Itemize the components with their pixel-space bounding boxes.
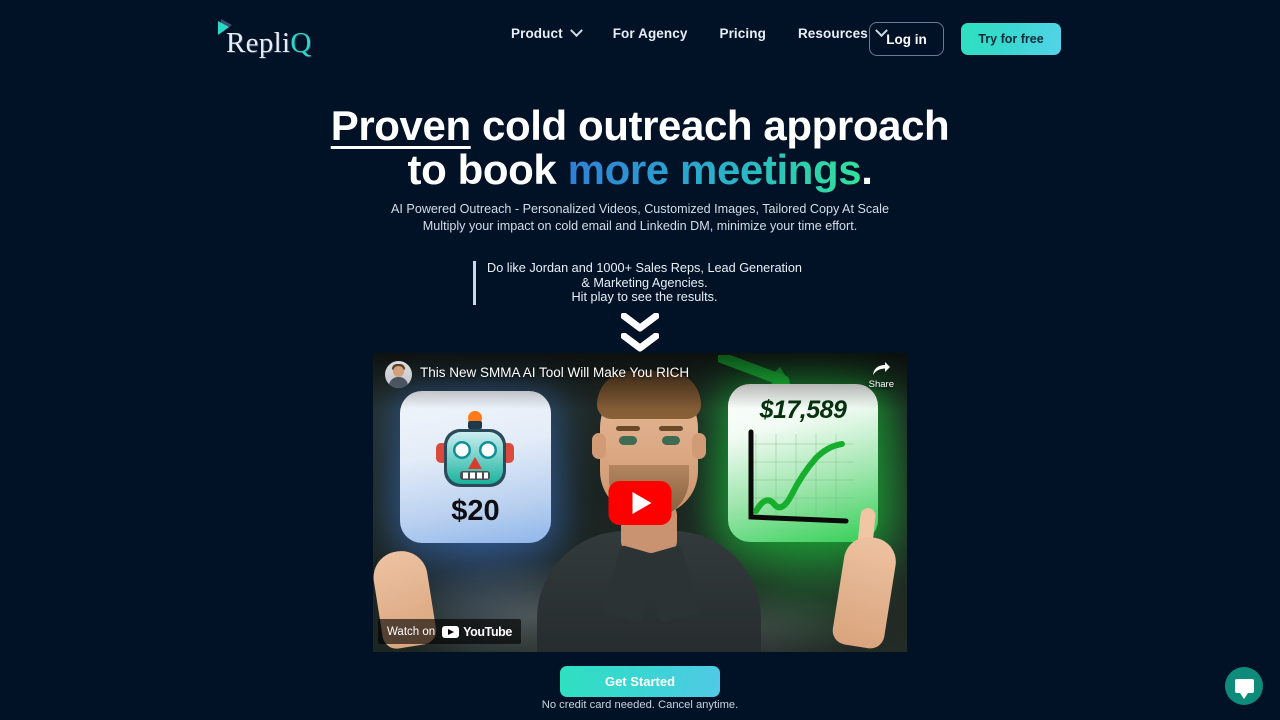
avatar[interactable] [385, 361, 412, 388]
logo-text: RepliQ [226, 29, 312, 58]
chevron-down-icon [569, 24, 583, 38]
avatar-head [393, 366, 404, 377]
share-arrow-icon [873, 362, 891, 375]
main-nav: Product For Agency Pricing Resources [495, 24, 902, 41]
testimonial-callout: Do like Jordan and 1000+ Sales Reps, Lea… [473, 261, 807, 305]
headline-period: . [861, 146, 873, 193]
headline-line-2: to book more meetings. [0, 148, 1280, 192]
logo-text-main: Repli [226, 27, 291, 59]
person-brow-left [616, 426, 640, 431]
chat-widget-button[interactable] [1225, 667, 1263, 705]
youtube-logo: YouTube [442, 625, 512, 639]
chevron-down-icon-2 [621, 333, 659, 352]
youtube-wordmark: YouTube [463, 624, 512, 639]
site-header: RepliQ Product For Agency Pricing Resour… [0, 0, 1280, 78]
testimonial-line-1: Do like Jordan and 1000+ Sales Reps, Lea… [487, 261, 802, 275]
page-title: Proven cold outreach approach to book mo… [0, 104, 1280, 192]
nav-item-label: Product [511, 26, 563, 41]
share-label: Share [868, 379, 894, 390]
chevron-down-icon-1 [621, 313, 659, 332]
nav-item-label: For Agency [612, 26, 688, 41]
logo-text-q: Q [290, 27, 312, 59]
chat-bubble-icon [1234, 679, 1254, 699]
nav-item-label: Resources [797, 26, 868, 41]
avatar-body [389, 377, 408, 388]
person-eye-right [662, 436, 680, 445]
video-player[interactable]: $20 $17,589 This New SMMA AI Tool Will M… [373, 353, 907, 652]
headline-gradient-words: more meetings [567, 146, 862, 193]
play-triangle [632, 491, 652, 514]
nav-item-label: Pricing [719, 26, 766, 41]
hero-subtitle-line-1: AI Powered Outreach - Personalized Video… [391, 202, 889, 216]
video-top-bar [373, 353, 907, 409]
testimonial-line-2: & Marketing Agencies. [581, 275, 708, 290]
hero-subtitle-line-2: Multiply your impact on cold email and L… [422, 218, 858, 233]
thumbnail-left-amount: $20 [451, 495, 500, 527]
youtube-logo-triangle [448, 628, 455, 635]
double-chevron-down-icon [614, 313, 666, 355]
nav-item-product[interactable]: Product [495, 24, 597, 41]
testimonial-text: Do like Jordan and 1000+ Sales Reps, Lea… [479, 261, 810, 305]
landing-page: RepliQ Product For Agency Pricing Resour… [0, 0, 1280, 720]
nav-item-for-agency[interactable]: For Agency [597, 26, 704, 41]
testimonial-line-3: Hit play to see the results. [571, 290, 718, 305]
share-button[interactable]: Share [869, 361, 894, 390]
person-ear-right [692, 433, 706, 459]
headline-line2-white: to book [407, 146, 568, 193]
robot-icon [436, 411, 514, 487]
person-eye-left [619, 436, 637, 445]
headline-underlined-word: Proven [330, 102, 471, 149]
watch-on-label: Watch on [387, 625, 436, 638]
get-started-button[interactable]: Get Started [560, 666, 720, 697]
cta-note: No credit card needed. Cancel anytime. [541, 699, 739, 711]
youtube-play-icon[interactable] [608, 480, 672, 525]
person-brow-right [659, 426, 683, 431]
hero-subtitle: AI Powered Outreach - Personalized Video… [0, 201, 1280, 234]
thumbnail-left-card: $20 [400, 391, 551, 543]
headline-line-1: Proven cold outreach approach [0, 104, 1280, 148]
youtube-logo-icon [442, 625, 460, 638]
login-button[interactable]: Log in [869, 22, 944, 56]
nav-item-pricing[interactable]: Pricing [703, 26, 781, 41]
video-title[interactable]: This New SMMA AI Tool Will Make You RICH [420, 365, 689, 380]
rising-chart-icon [748, 429, 854, 524]
headline-rest: cold outreach approach [470, 102, 950, 149]
person-ear-left [592, 433, 606, 459]
watch-on-youtube-button[interactable]: Watch on YouTube [378, 619, 521, 644]
try-for-free-button[interactable]: Try for free [961, 23, 1061, 55]
